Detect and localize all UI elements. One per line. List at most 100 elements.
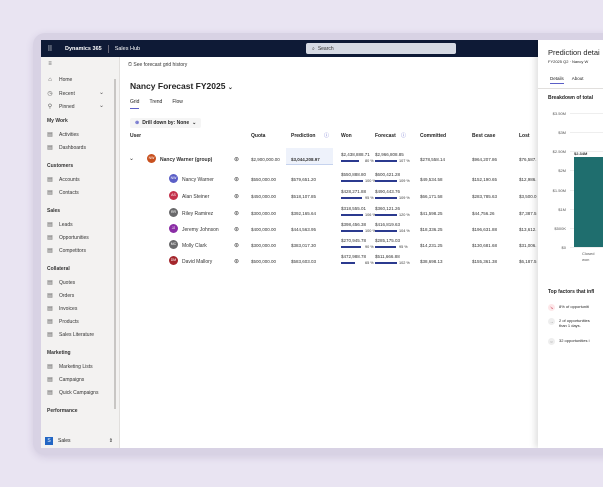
products-icon: ▤ xyxy=(47,319,53,325)
bar-closed-won[interactable] xyxy=(574,157,603,247)
sidebar-item-recent[interactable]: ◷ Recent xyxy=(47,90,74,98)
sidebar-item-competitors[interactable]: ▤ Competitors xyxy=(47,247,86,255)
progress-bar-won xyxy=(341,197,362,199)
person-icon[interactable]: ⊛ xyxy=(234,242,239,249)
sidebar-item-orders[interactable]: ▤ Orders xyxy=(47,292,75,300)
app-launcher-icon[interactable]: ⠿ xyxy=(43,45,57,53)
sidebar-item-label: Quick Campaigns xyxy=(59,389,99,396)
column-header-prediction[interactable]: Prediction xyxy=(291,133,315,139)
chevron-down-icon[interactable]: ⌄ xyxy=(99,102,104,109)
opportunities-icon: ▤ xyxy=(47,235,53,241)
sidebar-item-dashboards[interactable]: ▤ Dashboards xyxy=(47,144,86,152)
gridline xyxy=(570,113,603,114)
column-header-lost[interactable]: Lost xyxy=(519,133,530,139)
progress-bar-won xyxy=(341,180,363,182)
sidebar-item-marketing-lists[interactable]: ▤ Marketing Lists xyxy=(47,363,92,371)
area-name[interactable]: Sales Hub xyxy=(115,46,140,52)
sidebar-scrollbar[interactable] xyxy=(114,79,116,409)
person-icon[interactable]: ⊛ xyxy=(234,193,239,200)
cell-committed: $14,231.25 xyxy=(420,243,443,248)
sidebar-item-quick-campaigns[interactable]: ▤ Quick Campaigns xyxy=(47,389,99,397)
sidebar-item-label: Orders xyxy=(59,292,75,299)
user-name[interactable]: Jeremy Johnson xyxy=(182,227,219,233)
column-header-best-case[interactable]: Best case xyxy=(472,133,495,139)
tab-details[interactable]: Details xyxy=(550,76,564,84)
drill-down-button[interactable]: ⊛ Drill down by: None ⌄ xyxy=(130,118,202,128)
expand-chevron-icon[interactable]: ⌄ xyxy=(129,155,134,162)
tab-about[interactable]: About xyxy=(572,76,584,84)
sidebar-item-sales-literature[interactable]: ▤ Sales Literature xyxy=(47,331,95,339)
cell-lost: $13,612. xyxy=(519,227,537,232)
y-tick-label: $1M xyxy=(558,206,566,212)
cell-committed: $38,698.13 xyxy=(420,259,443,264)
top-bar: ⠿ Dynamics 365 Sales Hub ⌕ Search xyxy=(41,40,603,57)
tab-grid[interactable]: Grid xyxy=(130,99,140,109)
user-name[interactable]: Nancy Warner xyxy=(182,177,214,183)
history-link-label: See forecast grid history xyxy=(133,62,188,68)
cell-best: $130,681.68 xyxy=(472,243,498,248)
avatar: MC xyxy=(169,240,178,249)
sidebar-item-home[interactable]: ⌂ Home xyxy=(47,77,72,83)
sidebar-group-customers: Customers xyxy=(47,163,74,169)
hamburger-icon[interactable]: ≡ xyxy=(47,61,53,67)
tab-trend[interactable]: Trend xyxy=(149,99,162,109)
sidebar-item-contacts[interactable]: ▤ Contacts xyxy=(47,189,79,197)
chevron-down-icon[interactable]: ⌄ xyxy=(99,89,104,96)
area-switcher[interactable]: S Sales ⇕ xyxy=(45,435,117,446)
sidebar-item-campaigns[interactable]: ▤ Campaigns xyxy=(47,376,84,384)
user-name[interactable]: David Mallory xyxy=(182,259,212,265)
sidebar-item-label: Activities xyxy=(59,131,79,138)
factor-line: 32 opportunities i xyxy=(559,338,590,343)
percent-forecast: 107 % xyxy=(399,158,410,163)
cell-forecast: $511,666.88 xyxy=(375,254,400,259)
app-name[interactable]: Dynamics 365 xyxy=(65,46,102,52)
column-header-committed[interactable]: Committed xyxy=(420,133,446,139)
sidebar-item-accounts[interactable]: ▤ Accounts xyxy=(47,176,79,184)
column-header-won[interactable]: Won xyxy=(341,133,352,139)
sidebar-item-activities[interactable]: ▤ Activities xyxy=(47,131,79,139)
avatar: AS xyxy=(169,191,178,200)
sidebar: ≡ S Sales ⇕ ⌂ Home ◷ Recent ⌄ ⚲ Pinned ⌄ My Work ▤ A… xyxy=(41,57,120,448)
sidebar-item-invoices[interactable]: ▤ Invoices xyxy=(47,305,77,313)
factor-line: 8% of opportuniti xyxy=(559,304,590,309)
sidebar-item-label: Sales Literature xyxy=(59,331,95,338)
tab-flow[interactable]: Flow xyxy=(172,99,183,109)
person-icon[interactable]: ⊛ xyxy=(234,210,239,217)
page-title[interactable]: Nancy Forecast FY2025 ⌄ xyxy=(130,81,233,91)
column-header-user[interactable]: User xyxy=(130,133,141,139)
invoices-icon: ▤ xyxy=(47,306,53,312)
cell-committed: $66,171.58 xyxy=(420,194,443,199)
person-icon[interactable]: ⊛ xyxy=(234,226,239,233)
column-header-forecast[interactable]: Forecast xyxy=(375,133,396,139)
avatar: RR xyxy=(169,208,178,217)
area-label: Sales xyxy=(58,437,71,444)
sidebar-item-quotes[interactable]: ▤ Quotes xyxy=(47,279,75,287)
search-input[interactable]: ⌕ Search xyxy=(306,43,456,54)
sidebar-item-opportunities[interactable]: ▤ Opportunities xyxy=(47,234,89,242)
user-name[interactable]: Nancy Warner (group) xyxy=(160,157,212,163)
cell-quota: $550,000.00 xyxy=(251,177,277,182)
forecast-history-link[interactable]: 🕓︎ See forecast grid history xyxy=(128,62,187,68)
main-content: 🕓︎ See forecast grid history Nancy Forec… xyxy=(120,57,538,448)
info-icon[interactable]: ⓘ xyxy=(324,132,329,139)
user-name[interactable]: Alan Steiner xyxy=(182,194,209,200)
sidebar-item-products[interactable]: ▤ Products xyxy=(47,318,79,326)
info-icon[interactable]: ⓘ xyxy=(401,132,406,139)
cell-best: $44,756.26 xyxy=(472,211,495,216)
sidebar-item-pinned[interactable]: ⚲ Pinned xyxy=(47,103,75,111)
user-name[interactable]: Molly Clark xyxy=(182,243,207,249)
percent-won: 95 % xyxy=(365,195,374,200)
progress-bar-forecast xyxy=(375,197,397,199)
person-icon[interactable]: ⊛ xyxy=(234,258,239,265)
person-icon[interactable]: ⊛ xyxy=(234,156,239,163)
sidebar-item-label: Pinned xyxy=(59,103,75,110)
y-tick-label: $500K xyxy=(554,225,566,231)
user-name[interactable]: Riley Ramirez xyxy=(182,211,213,217)
avatar: JJ xyxy=(169,224,178,233)
cell-won: $270,945.78 xyxy=(341,238,367,243)
prediction-details-panel: Prediction detai FY2025 Q2 · Nancy W Det… xyxy=(538,40,603,448)
sidebar-item-leads[interactable]: ▤ Leads xyxy=(47,221,72,229)
person-icon[interactable]: ⊛ xyxy=(234,176,239,183)
sidebar-item-label: Products xyxy=(59,318,79,325)
column-header-quota[interactable]: Quota xyxy=(251,133,265,139)
